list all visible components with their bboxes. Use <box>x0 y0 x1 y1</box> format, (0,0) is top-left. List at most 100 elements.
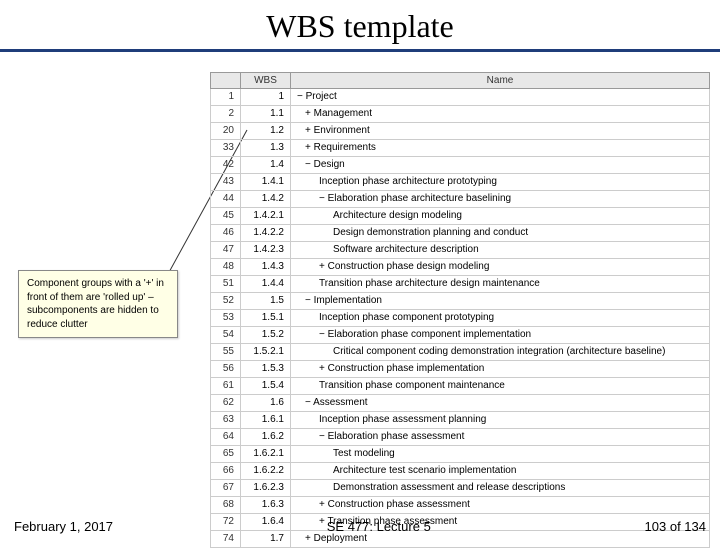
table-row: 661.6.2.2Architecture test scenario impl… <box>211 463 710 480</box>
table-row: 641.6.2− Elaboration phase assessment <box>211 429 710 446</box>
row-number: 43 <box>211 174 241 191</box>
wbs-code: 1.5.2 <box>241 327 291 344</box>
row-number: 51 <box>211 276 241 293</box>
row-number: 64 <box>211 429 241 446</box>
wbs-code: 1.6.3 <box>241 497 291 514</box>
wbs-name: Software architecture description <box>291 242 710 259</box>
table-row: 681.6.3+ Construction phase assessment <box>211 497 710 514</box>
table-row: 551.5.2.1Critical component coding demon… <box>211 344 710 361</box>
row-number: 66 <box>211 463 241 480</box>
table-row: 481.4.3+ Construction phase design model… <box>211 259 710 276</box>
table-row: 671.6.2.3Demonstration assessment and re… <box>211 480 710 497</box>
footer-page: 103 of 134 <box>645 519 706 534</box>
wbs-name: Architecture design modeling <box>291 208 710 225</box>
wbs-code: 1.6.2 <box>241 429 291 446</box>
wbs-code: 1 <box>241 89 291 106</box>
header-wbs: WBS <box>241 73 291 89</box>
wbs-code: 1.4.2.3 <box>241 242 291 259</box>
header-blank <box>211 73 241 89</box>
wbs-code: 1.4.3 <box>241 259 291 276</box>
wbs-code: 1.4 <box>241 157 291 174</box>
wbs-name: Inception phase assessment planning <box>291 412 710 429</box>
table-row: 431.4.1Inception phase architecture prot… <box>211 174 710 191</box>
wbs-code: 1.4.4 <box>241 276 291 293</box>
wbs-code: 1.4.2.2 <box>241 225 291 242</box>
wbs-name: − Elaboration phase assessment <box>291 429 710 446</box>
table-row: 331.3+ Requirements <box>211 140 710 157</box>
row-number: 55 <box>211 344 241 361</box>
wbs-code: 1.2 <box>241 123 291 140</box>
table-row: 201.2+ Environment <box>211 123 710 140</box>
table-row: 531.5.1Inception phase component prototy… <box>211 310 710 327</box>
row-number: 33 <box>211 140 241 157</box>
row-number: 52 <box>211 293 241 310</box>
wbs-name: + Construction phase assessment <box>291 497 710 514</box>
wbs-name: Transition phase architecture design mai… <box>291 276 710 293</box>
wbs-name: + Construction phase design modeling <box>291 259 710 276</box>
wbs-name: Critical component coding demonstration … <box>291 344 710 361</box>
table-row: 651.6.2.1Test modeling <box>211 446 710 463</box>
wbs-name: Inception phase architecture prototyping <box>291 174 710 191</box>
row-number: 53 <box>211 310 241 327</box>
wbs-name: Demonstration assessment and release des… <box>291 480 710 497</box>
wbs-name: + Management <box>291 106 710 123</box>
wbs-name: − Elaboration phase architecture baselin… <box>291 191 710 208</box>
footer-date: February 1, 2017 <box>14 519 113 534</box>
row-number: 46 <box>211 225 241 242</box>
row-number: 62 <box>211 395 241 412</box>
row-number: 20 <box>211 123 241 140</box>
row-number: 63 <box>211 412 241 429</box>
wbs-name: Design demonstration planning and conduc… <box>291 225 710 242</box>
table-header-row: WBS Name <box>211 73 710 89</box>
slide-footer: February 1, 2017 SE 477: Lecture 5 103 o… <box>0 519 720 534</box>
table-row: 621.6− Assessment <box>211 395 710 412</box>
row-number: 47 <box>211 242 241 259</box>
wbs-name: Architecture test scenario implementatio… <box>291 463 710 480</box>
row-number: 65 <box>211 446 241 463</box>
wbs-name: − Assessment <box>291 395 710 412</box>
wbs-name: − Project <box>291 89 710 106</box>
wbs-code: 1.4.2.1 <box>241 208 291 225</box>
table-row: 631.6.1Inception phase assessment planni… <box>211 412 710 429</box>
table-row: 521.5− Implementation <box>211 293 710 310</box>
row-number: 54 <box>211 327 241 344</box>
callout-note: Component groups with a '+' in front of … <box>18 270 178 338</box>
wbs-name: + Requirements <box>291 140 710 157</box>
row-number: 48 <box>211 259 241 276</box>
table-row: 421.4− Design <box>211 157 710 174</box>
wbs-code: 1.5.4 <box>241 378 291 395</box>
wbs-code: 1.1 <box>241 106 291 123</box>
table-row: 11− Project <box>211 89 710 106</box>
wbs-code: 1.6.2.2 <box>241 463 291 480</box>
wbs-name: − Elaboration phase component implementa… <box>291 327 710 344</box>
wbs-code: 1.5.1 <box>241 310 291 327</box>
wbs-name: + Environment <box>291 123 710 140</box>
wbs-table: WBS Name 11− Project21.1+ Management201.… <box>210 72 710 548</box>
row-number: 42 <box>211 157 241 174</box>
wbs-code: 1.6.1 <box>241 412 291 429</box>
footer-course: SE 477: Lecture 5 <box>327 519 431 534</box>
table-row: 21.1+ Management <box>211 106 710 123</box>
table-row: 461.4.2.2Design demonstration planning a… <box>211 225 710 242</box>
wbs-code: 1.5.2.1 <box>241 344 291 361</box>
table-row: 511.4.4Transition phase architecture des… <box>211 276 710 293</box>
wbs-name: + Construction phase implementation <box>291 361 710 378</box>
table-row: 541.5.2− Elaboration phase component imp… <box>211 327 710 344</box>
wbs-code: 1.5.3 <box>241 361 291 378</box>
wbs-code: 1.6.2.1 <box>241 446 291 463</box>
wbs-code: 1.3 <box>241 140 291 157</box>
wbs-code: 1.6 <box>241 395 291 412</box>
table-row: 611.5.4Transition phase component mainte… <box>211 378 710 395</box>
row-number: 1 <box>211 89 241 106</box>
wbs-name: Transition phase component maintenance <box>291 378 710 395</box>
row-number: 44 <box>211 191 241 208</box>
header-name: Name <box>291 73 710 89</box>
table-row: 441.4.2− Elaboration phase architecture … <box>211 191 710 208</box>
row-number: 45 <box>211 208 241 225</box>
wbs-code: 1.4.1 <box>241 174 291 191</box>
wbs-name: − Design <box>291 157 710 174</box>
table-row: 471.4.2.3Software architecture descripti… <box>211 242 710 259</box>
table-row: 561.5.3+ Construction phase implementati… <box>211 361 710 378</box>
row-number: 67 <box>211 480 241 497</box>
table-row: 451.4.2.1Architecture design modeling <box>211 208 710 225</box>
